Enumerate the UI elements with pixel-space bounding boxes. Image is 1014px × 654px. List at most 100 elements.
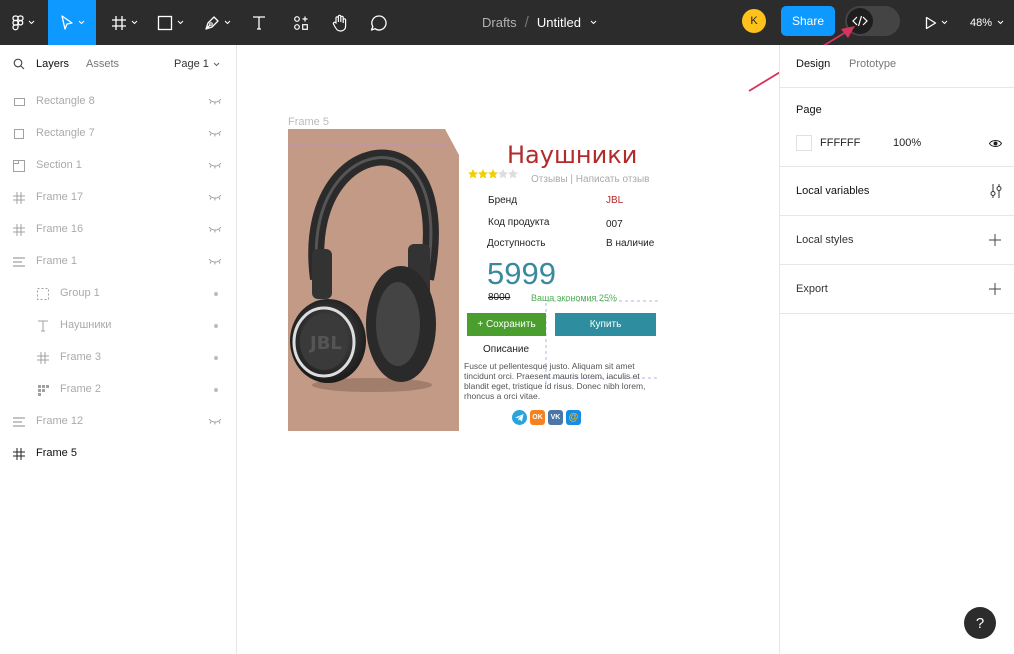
eye-closed-icon[interactable] [208,225,222,233]
chevron-down-icon [177,20,183,25]
present-button[interactable] [918,0,954,45]
page-color-value[interactable]: FFFFFF [820,137,860,149]
layer-name: Frame 12 [36,415,84,427]
tab-layers[interactable]: Layers [36,58,69,70]
rectangle-icon [12,95,26,109]
frame-icon [12,223,26,237]
layer-row[interactable]: Section 1 [0,150,236,182]
hidden-dot-icon[interactable] [214,356,218,360]
file-name[interactable]: Untitled [537,15,581,30]
frame-tool-button[interactable] [104,0,144,45]
chevron-down-icon [997,20,1004,25]
export-label: Export [796,283,828,295]
code-value: 007 [606,219,623,230]
auto-layout-icon [12,415,26,429]
headphones-image: JBL [290,149,439,392]
layer-name: Frame 17 [36,191,84,203]
layer-row[interactable]: Frame 17 [0,182,236,214]
chevron-down-icon[interactable] [590,20,597,25]
layer-row[interactable]: Frame 3 [0,342,236,374]
main-menu-button[interactable] [4,0,42,45]
buy-button[interactable]: Купить [555,313,656,336]
variables-settings-icon[interactable] [990,184,1002,198]
frame-icon [12,191,26,205]
eye-icon[interactable] [989,139,1002,148]
layer-row[interactable]: Frame 5 [0,438,236,470]
comment-tool-button[interactable] [366,0,392,45]
tab-design[interactable]: Design [796,58,830,70]
page-opacity-value[interactable]: 100% [893,137,921,149]
frame-icon [111,15,126,30]
telegram-icon[interactable] [512,410,527,425]
frame-icon [12,447,26,461]
layer-row[interactable]: Group 1 [0,278,236,310]
frame-label[interactable]: Frame 5 [288,116,329,128]
page-selector[interactable]: Page 1 [174,58,220,70]
layer-row[interactable]: Наушники [0,310,236,342]
auto-layout-icon [12,255,26,269]
price[interactable]: 5999 [487,256,556,292]
brand-label: Бренд [488,195,518,206]
layer-name: Section 1 [36,159,82,171]
eye-closed-icon[interactable] [208,97,222,105]
cursor-icon [60,14,73,30]
layer-row[interactable]: Frame 1 [0,246,236,278]
frame-corner-cut [445,129,459,155]
resources-button[interactable] [288,0,314,45]
layer-name: Frame 1 [36,255,77,267]
eye-closed-icon[interactable] [208,129,222,137]
search-icon[interactable] [13,58,25,70]
savings-text: Ваша экономия 25% [531,293,617,303]
components-icon [294,15,308,30]
text-tool-button[interactable] [246,0,272,45]
help-button[interactable]: ? [964,607,996,639]
local-variables-label[interactable]: Local variables [796,185,869,197]
chevron-down-icon [224,20,230,25]
comment-icon [370,14,387,31]
shape-tool-button[interactable] [150,0,190,45]
text-icon [253,15,265,30]
layer-name: Rectangle 8 [36,95,95,107]
add-export-icon[interactable] [989,283,1001,295]
group-icon [36,287,50,301]
grid-icon [36,383,50,397]
page-color-swatch[interactable] [796,135,812,151]
eye-closed-icon[interactable] [208,257,222,265]
mail-icon[interactable]: @ [566,410,581,425]
eye-closed-icon[interactable] [208,193,222,201]
layer-name: Rectangle 7 [36,127,95,139]
add-style-icon[interactable] [989,234,1001,246]
chevron-down-icon [131,20,137,25]
reviews-link[interactable]: Отзывы | Написать отзыв [531,174,650,185]
layer-row[interactable]: Frame 2 [0,374,236,406]
layer-row[interactable]: Rectangle 8 [0,86,236,118]
old-price: 8000 [488,292,511,303]
page-section-title: Page [796,104,822,116]
eye-closed-icon[interactable] [208,417,222,425]
eye-closed-icon[interactable] [208,161,222,169]
layer-name: Наушники [60,319,112,331]
rectangle-icon [12,127,26,141]
figma-logo-icon [11,14,24,30]
star-filled-icon [468,169,478,179]
layer-row[interactable]: Frame 12 [0,406,236,438]
move-tool-button[interactable] [48,0,96,45]
save-product-button[interactable]: + Сохранить [467,313,546,336]
star-filled-icon [478,169,488,179]
hidden-dot-icon[interactable] [214,292,218,296]
breadcrumb-drafts[interactable]: Drafts [482,15,517,30]
tab-assets[interactable]: Assets [86,58,119,70]
hidden-dot-icon[interactable] [214,324,218,328]
product-image[interactable]: JBL [288,129,459,431]
rating-stars[interactable] [468,169,518,179]
vk-icon[interactable]: VK [548,410,563,425]
hidden-dot-icon[interactable] [214,388,218,392]
layer-row[interactable]: Frame 16 [0,214,236,246]
hand-tool-button[interactable] [327,0,353,45]
product-title[interactable]: Наушники [507,141,637,169]
layer-row[interactable]: Rectangle 7 [0,118,236,150]
zoom-menu[interactable]: 48% [970,0,1004,45]
pen-tool-button[interactable] [197,0,237,45]
ok-icon[interactable]: OK [530,410,545,425]
tab-prototype[interactable]: Prototype [849,58,896,70]
